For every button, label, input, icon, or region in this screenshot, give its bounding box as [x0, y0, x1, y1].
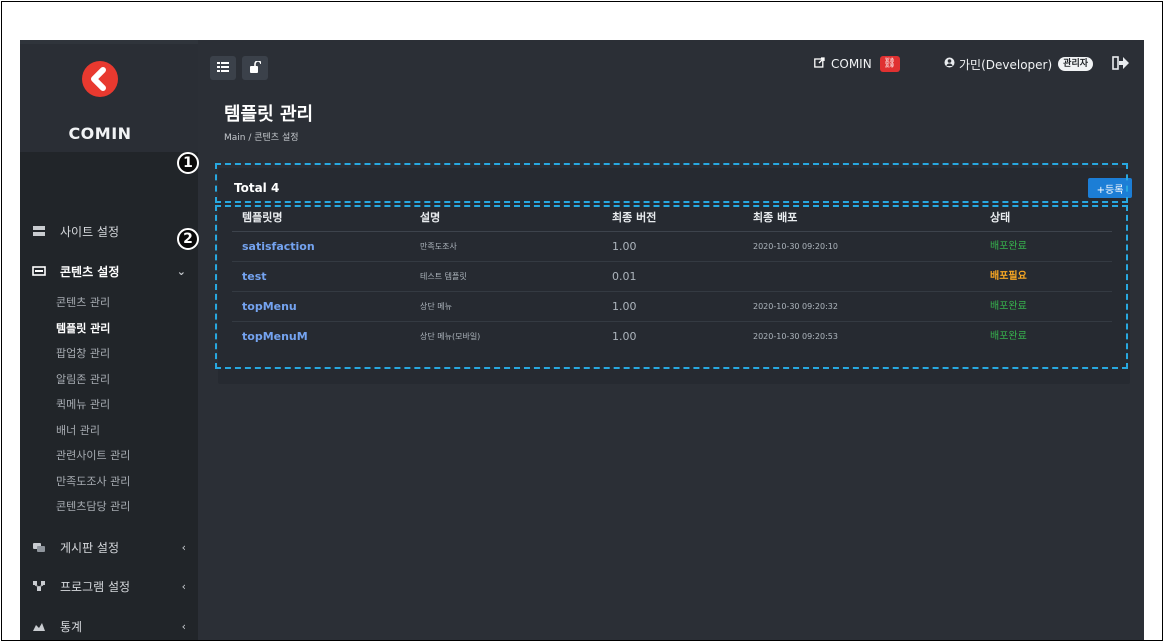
sidebar-subitem-template[interactable]: 템플릿 관리 [20, 316, 198, 342]
sidebar: COMIN 사이트 설정 콘텐츠 설정 ⌄ 콘텐츠 관리 템플릿 관리 팝업창 … [20, 40, 198, 640]
callout-number-2: 2 [177, 228, 199, 250]
sidebar-item-label: 프로그램 설정 [60, 579, 131, 594]
lock-toggle-button[interactable] [242, 56, 268, 80]
sidebar-subitem-popup[interactable]: 팝업창 관리 [20, 341, 198, 367]
sidebar-item-content-settings[interactable]: 콘텐츠 설정 ⌄ [20, 256, 198, 286]
sidebar-subitem-alertzone[interactable]: 알림존 관리 [20, 367, 198, 393]
sidebar-item-label: 게시판 설정 [60, 540, 120, 555]
role-badge: 관리자 [1058, 57, 1094, 71]
sidebar-item-board-settings[interactable]: 게시판 설정 ‹ [20, 532, 198, 562]
callout-box-table [215, 205, 1128, 369]
external-link-icon [814, 57, 825, 71]
user-menu[interactable]: 가민(Developer) 관리자 [944, 52, 1094, 76]
sidebar-subitem-related-sites[interactable]: 관련사이트 관리 [20, 443, 198, 469]
logout-icon [1112, 55, 1130, 74]
sidebar-item-label: 콘텐츠 설정 [60, 264, 120, 279]
sidebar-subitem-content[interactable]: 콘텐츠 관리 [20, 290, 198, 316]
user-icon [944, 57, 955, 71]
brand-area[interactable]: COMIN [20, 44, 198, 152]
sidebar-item-site-settings[interactable]: 사이트 설정 [20, 216, 198, 246]
logout-button[interactable] [1112, 52, 1130, 76]
chart-icon [32, 620, 46, 632]
chevron-left-icon: ‹ [181, 540, 186, 554]
program-icon [32, 580, 46, 592]
screenshot-frame: COMIN 사이트 설정 콘텐츠 설정 ⌄ 콘텐츠 관리 템플릿 관리 팝업창 … [1, 1, 1163, 641]
sidebar-subitem-content-manager[interactable]: 콘텐츠담당 관리 [20, 494, 198, 520]
site-link-label: COMIN [831, 57, 872, 71]
sidebar-item-label: 사이트 설정 [60, 224, 120, 239]
chevron-down-icon: ⌄ [176, 264, 186, 278]
settings-panel-icon [32, 225, 46, 237]
sidebar-item-program-settings[interactable]: 프로그램 설정 ‹ [20, 571, 198, 601]
sidebar-subitem-quickmenu[interactable]: 퀵메뉴 관리 [20, 392, 198, 418]
chevron-left-icon: ‹ [181, 619, 186, 633]
chevron-left-icon: ‹ [181, 579, 186, 593]
sidebar-item-statistics[interactable]: 통계 ‹ [20, 611, 198, 640]
sidebar-subitem-satisfaction[interactable]: 만족도조사 관리 [20, 469, 198, 495]
brand-name: COMIN [68, 124, 132, 143]
user-name: 가민(Developer) [959, 57, 1053, 72]
list-icon [217, 61, 229, 75]
content-icon [32, 265, 46, 277]
comin-logo-icon [82, 61, 118, 97]
link-icon[interactable]: ⛓ [879, 56, 900, 72]
page-title: 템플릿 관리 [224, 104, 314, 125]
callout-box-header [215, 163, 1128, 203]
unlock-icon [249, 59, 262, 76]
callout-number-1: 1 [177, 152, 199, 174]
toggle-sidebar-button[interactable] [210, 56, 236, 80]
sidebar-subitem-banner[interactable]: 배너 관리 [20, 418, 198, 444]
content-settings-submenu: 콘텐츠 관리 템플릿 관리 팝업창 관리 알림존 관리 퀵메뉴 관리 배너 관리… [20, 290, 198, 520]
board-icon [32, 541, 46, 553]
sidebar-item-label: 통계 [60, 619, 83, 634]
breadcrumb: Main / 콘텐츠 설정 [224, 133, 299, 143]
site-link[interactable]: COMIN ⛓ [814, 52, 900, 76]
